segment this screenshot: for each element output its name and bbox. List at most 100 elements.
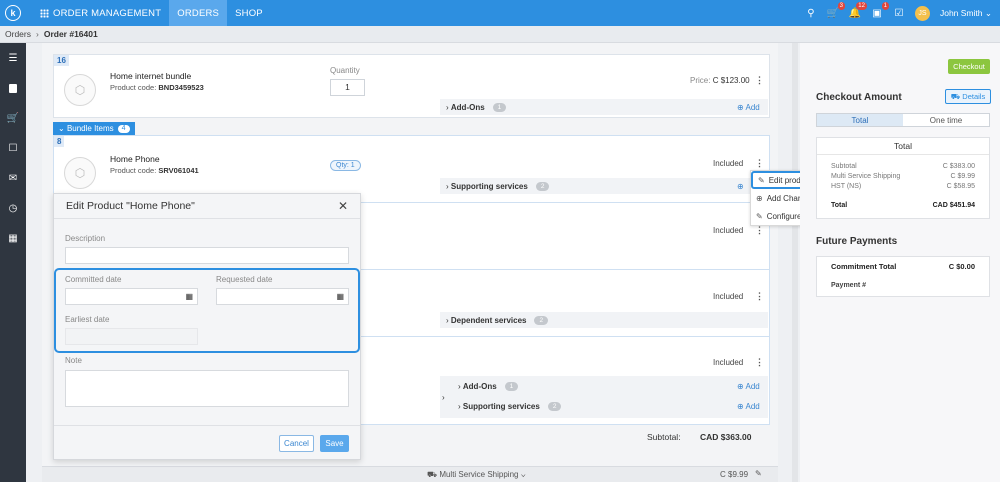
chevron-right-icon[interactable]: ›	[442, 393, 445, 402]
chevron-down-icon: ⌄	[520, 470, 526, 479]
total-row: Subtotal C $383.00	[831, 163, 975, 170]
bundle-items-toggle[interactable]: ⌄ Bundle Items 4	[53, 122, 135, 135]
product-name: Home Phone	[110, 154, 160, 164]
document-icon[interactable]	[0, 73, 26, 103]
bell-icon[interactable]: 🔔 12	[849, 2, 867, 19]
tab-one-time[interactable]: One time	[903, 114, 989, 126]
nav-orders[interactable]: ORDERS	[169, 0, 228, 26]
add-service-link[interactable]: ⊕ Add	[737, 402, 760, 411]
nav-order-management[interactable]: ORDER MANAGEMENT	[32, 0, 169, 26]
included-label: Included	[713, 292, 744, 301]
top-bar: k ORDER MANAGEMENT ORDERS SHOP ⚲ 🛒 3 🔔 12 …	[0, 0, 1000, 26]
more-options-icon[interactable]: ⋮	[755, 75, 764, 86]
tasks-icon[interactable]: ▣ 1	[871, 2, 889, 19]
description-label: Description	[65, 234, 106, 243]
dependent-services-row[interactable]: › Dependent services 2	[440, 312, 768, 328]
save-button[interactable]: Save	[320, 435, 349, 452]
included-label: Included	[713, 159, 744, 168]
cart-badge: 3	[837, 2, 845, 10]
product-name: Home internet bundle	[110, 71, 192, 81]
note-label: Note	[65, 356, 82, 365]
app-logo[interactable]: k	[0, 0, 26, 26]
sidebar: ☰ 🛒 ☐ ✉ ◷ ▦	[0, 43, 26, 482]
future-payments-title: Future Payments	[816, 236, 898, 247]
scrollbar[interactable]	[792, 43, 798, 482]
truck-icon: ⛟	[427, 470, 438, 479]
search-icon[interactable]: ⚲	[805, 7, 817, 19]
menu-icon[interactable]: ☰	[0, 43, 26, 73]
close-icon[interactable]: ✕	[338, 199, 348, 213]
included-label: Included	[713, 358, 744, 367]
dialog-divider	[54, 425, 360, 426]
grand-total-row: Total CAD $451.94	[831, 202, 975, 209]
supporting-services-row[interactable]: › Supporting services 2	[440, 178, 752, 194]
price: Price: C $123.00	[690, 76, 750, 85]
chat-icon[interactable]: ✉	[0, 163, 26, 193]
row-divider	[361, 269, 769, 270]
apps-grid-icon	[40, 8, 49, 18]
chevron-down-icon: ⌄	[58, 124, 67, 133]
qty-pill: Qty: 1	[330, 160, 361, 171]
total-row: HST (NS) C $58.95	[831, 183, 975, 190]
breadcrumb-orders[interactable]: Orders	[5, 29, 31, 39]
clock-icon[interactable]: ◷	[0, 193, 26, 223]
calendar-icon[interactable]: ▦	[0, 223, 26, 253]
included-label: Included	[713, 226, 744, 235]
cancel-button[interactable]: Cancel	[279, 435, 314, 452]
chevron-right-icon: ›	[35, 29, 39, 39]
quantity-input[interactable]: 1	[330, 79, 365, 96]
tab-total[interactable]: Total	[817, 114, 903, 126]
amount-tabs: Total One time	[816, 113, 990, 127]
row-divider	[361, 336, 769, 337]
more-options-icon[interactable]: ⋮	[755, 291, 764, 302]
description-input[interactable]	[65, 247, 349, 264]
line-index: 8	[54, 136, 65, 147]
details-button[interactable]: ⛟ Details	[945, 89, 991, 104]
addons-row[interactable]: › Add-Ons 1	[440, 99, 768, 115]
main-nav: ORDER MANAGEMENT ORDERS SHOP	[32, 0, 271, 26]
cart-icon[interactable]: 🛒 3	[827, 2, 845, 19]
note-textarea[interactable]	[65, 370, 349, 407]
avatar[interactable]: JS	[914, 5, 930, 21]
checkout-amount-title: Checkout Amount	[816, 92, 902, 103]
add-addon-link[interactable]: ⊕ Add	[737, 382, 760, 391]
product-code: Product code: SRV061041	[110, 166, 199, 175]
user-menu[interactable]: John Smith ⌄	[940, 8, 992, 19]
total-row: Multi Service Shipping C $9.99	[831, 173, 975, 180]
plus-circle-icon: ⊕	[756, 193, 763, 203]
pencil-icon: ✎	[758, 175, 765, 185]
top-actions: ⚲ 🛒 3 🔔 12 ▣ 1 ☑ JS John Smith ⌄	[805, 0, 992, 26]
more-options-icon[interactable]: ⋮	[755, 158, 764, 169]
shipping-footer: ⛟ Multi Service Shipping ⌄ C $9.99 ✎	[42, 466, 778, 482]
nav-shop[interactable]: SHOP	[227, 0, 271, 26]
dialog-title: Edit Product "Home Phone"	[54, 194, 360, 219]
more-options-icon[interactable]: ⋮	[755, 225, 764, 236]
chevron-down-icon: ⌄	[984, 7, 992, 18]
more-options-icon[interactable]: ⋮	[755, 357, 764, 368]
quantity-label: Quantity	[330, 66, 360, 75]
subtotal-label: Subtotal:	[647, 432, 681, 442]
totals-box: Total Subtotal C $383.00 Multi Service Sh…	[816, 137, 990, 219]
bell-badge: 12	[856, 2, 867, 10]
totals-header: Total	[817, 138, 989, 155]
edit-pencil-icon[interactable]: ✎	[755, 469, 762, 478]
breadcrumb: Orders › Order #16401	[0, 26, 1000, 43]
pencil-icon: ✎	[756, 211, 763, 221]
shipping-value: C $9.99	[720, 470, 749, 479]
subtotal-value: CAD $363.00	[700, 432, 752, 442]
addons-row[interactable]: › Add-Ons 1	[452, 378, 768, 394]
shipping-selector[interactable]: ⛟ Multi Service Shipping ⌄	[427, 470, 526, 480]
checkout-button[interactable]: Checkout	[948, 59, 990, 74]
clipboard-icon[interactable]: ☐	[0, 133, 26, 163]
truck-icon: ⛟	[950, 91, 963, 101]
cart-nav-icon[interactable]: 🛒	[0, 103, 26, 133]
commitment-row: Commitment Total C $0.00	[831, 262, 975, 271]
supporting-services-row[interactable]: › Supporting services 2	[452, 398, 768, 414]
add-icon[interactable]: ⊕	[737, 182, 744, 191]
payment-row: Payment #	[831, 282, 867, 289]
breadcrumb-current: Order #16401	[43, 29, 98, 39]
add-addon-link[interactable]: ⊕ Add	[737, 103, 760, 112]
line-index: 16	[54, 55, 69, 66]
product-box-icon: ⬡	[64, 74, 96, 106]
checklist-icon[interactable]: ☑	[893, 7, 905, 19]
